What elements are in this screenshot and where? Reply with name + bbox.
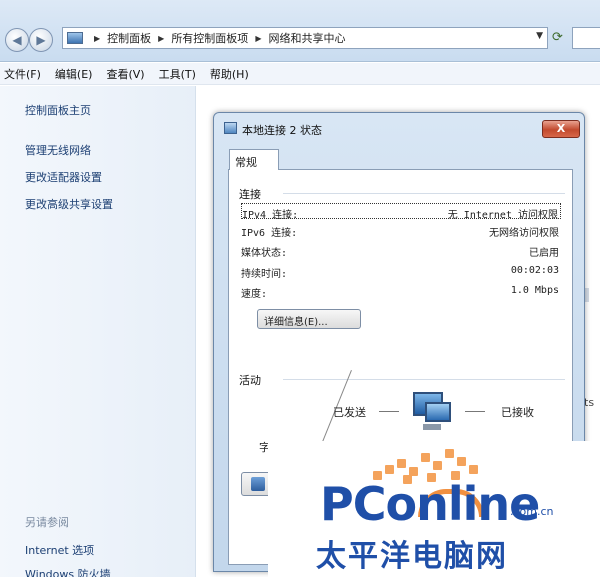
sidebar-item-manage-wireless[interactable]: 管理无线网络 (25, 142, 91, 158)
scrollbar-thumb[interactable] (585, 288, 589, 302)
divider (283, 379, 565, 380)
address-toolbar: ◀ ▶ ▶ 控制面板 ▶ 所有控制面板项 ▶ 网络和共享中心 ▼ ⟳ (0, 0, 600, 62)
menu-bar: 文件(F) 编辑(E) 查看(V) 工具(T) 帮助(H) (0, 63, 600, 85)
info-key: 媒体状态: (241, 248, 288, 259)
breadcrumb-item[interactable]: 控制面板 (107, 30, 151, 46)
logo-cn-name: 太平洋电脑网 (316, 539, 508, 574)
chevron-down-icon[interactable]: ▼ (536, 31, 543, 41)
info-value: 已启用 (529, 248, 559, 259)
info-key: 持续时间: (241, 269, 288, 280)
info-key: IPv6 连接: (241, 228, 298, 239)
forward-button[interactable]: ▶ (29, 28, 53, 52)
address-input[interactable]: ▶ 控制面板 ▶ 所有控制面板项 ▶ 网络和共享中心 ▼ (62, 27, 548, 49)
logo-brand: PConline (320, 477, 540, 531)
info-value: 00:02:03 (510, 265, 559, 276)
see-also-heading: 另请参阅 (25, 516, 69, 529)
info-key: 速度: (241, 289, 268, 300)
divider (379, 411, 399, 412)
monitor-icon (425, 402, 451, 422)
info-value: 无网络访问权限 (489, 228, 559, 239)
breadcrumb-item[interactable]: 所有控制面板项 (171, 30, 248, 46)
close-button[interactable]: X (542, 120, 580, 138)
network-computers-icon (407, 390, 453, 436)
info-row-speed: 速度: 1.0 Mbps (241, 283, 561, 300)
network-icon (224, 122, 237, 134)
back-button[interactable]: ◀ (5, 28, 29, 52)
dialog-title: 本地连接 2 状态 (242, 124, 322, 137)
sidebar-item-adapter-settings[interactable]: 更改适配器设置 (25, 169, 102, 185)
arrow-left-icon: ◀ (12, 33, 22, 47)
partial-text: ts (584, 396, 595, 409)
info-key: IPv4 连接: (242, 210, 299, 221)
breadcrumb-item[interactable]: 网络和共享中心 (268, 30, 345, 46)
info-row-duration: 持续时间: 00:02:03 (241, 263, 561, 280)
arrow-right-icon: ▶ (36, 33, 46, 47)
sidebar-item-internet-options[interactable]: Internet 选项 (25, 542, 94, 558)
control-panel-icon (67, 32, 83, 44)
sidebar-item-home[interactable]: 控制面板主页 (25, 102, 91, 118)
connection-group-label: 连接 (239, 188, 261, 201)
divider (465, 411, 485, 412)
logo-domain: .com.cn (510, 505, 554, 518)
activity-group-label: 活动 (239, 374, 261, 387)
search-input[interactable] (572, 27, 600, 49)
info-value: 无 Internet 访问权限 (447, 210, 558, 221)
received-label: 已接收 (501, 406, 534, 419)
menu-file[interactable]: 文件(F) (4, 66, 41, 82)
chevron-right-icon: ▶ (94, 33, 101, 43)
refresh-icon[interactable]: ⟳ (552, 30, 563, 45)
info-row-media-state: 媒体状态: 已启用 (241, 242, 561, 259)
menu-edit[interactable]: 编辑(E) (55, 66, 93, 82)
shield-icon (251, 477, 265, 491)
details-button[interactable]: 详细信息(E)... (257, 309, 361, 329)
sidebar-item-windows-firewall[interactable]: Windows 防火墙 (25, 566, 111, 577)
info-row-ipv6: IPv6 连接: 无网络访问权限 (241, 222, 561, 239)
chevron-right-icon: ▶ (158, 33, 165, 43)
sidebar-item-advanced-sharing[interactable]: 更改高级共享设置 (25, 196, 113, 212)
divider (283, 193, 565, 194)
menu-help[interactable]: 帮助(H) (210, 66, 249, 82)
sent-label: 已发送 (333, 406, 366, 419)
menu-tools[interactable]: 工具(T) (159, 66, 196, 82)
menu-view[interactable]: 查看(V) (106, 66, 144, 82)
pconline-watermark: PConline .com.cn 太平洋电脑网 (268, 441, 600, 577)
tab-general[interactable]: 常规 (229, 149, 279, 170)
sidebar: 控制面板主页 管理无线网络 更改适配器设置 更改高级共享设置 另请参阅 Inte… (0, 86, 196, 577)
chevron-right-icon: ▶ (255, 33, 262, 43)
info-value: 1.0 Mbps (510, 285, 559, 296)
info-row-ipv4: IPv4 连接: 无 Internet 访问权限 (241, 203, 561, 221)
stand-icon (423, 424, 441, 430)
